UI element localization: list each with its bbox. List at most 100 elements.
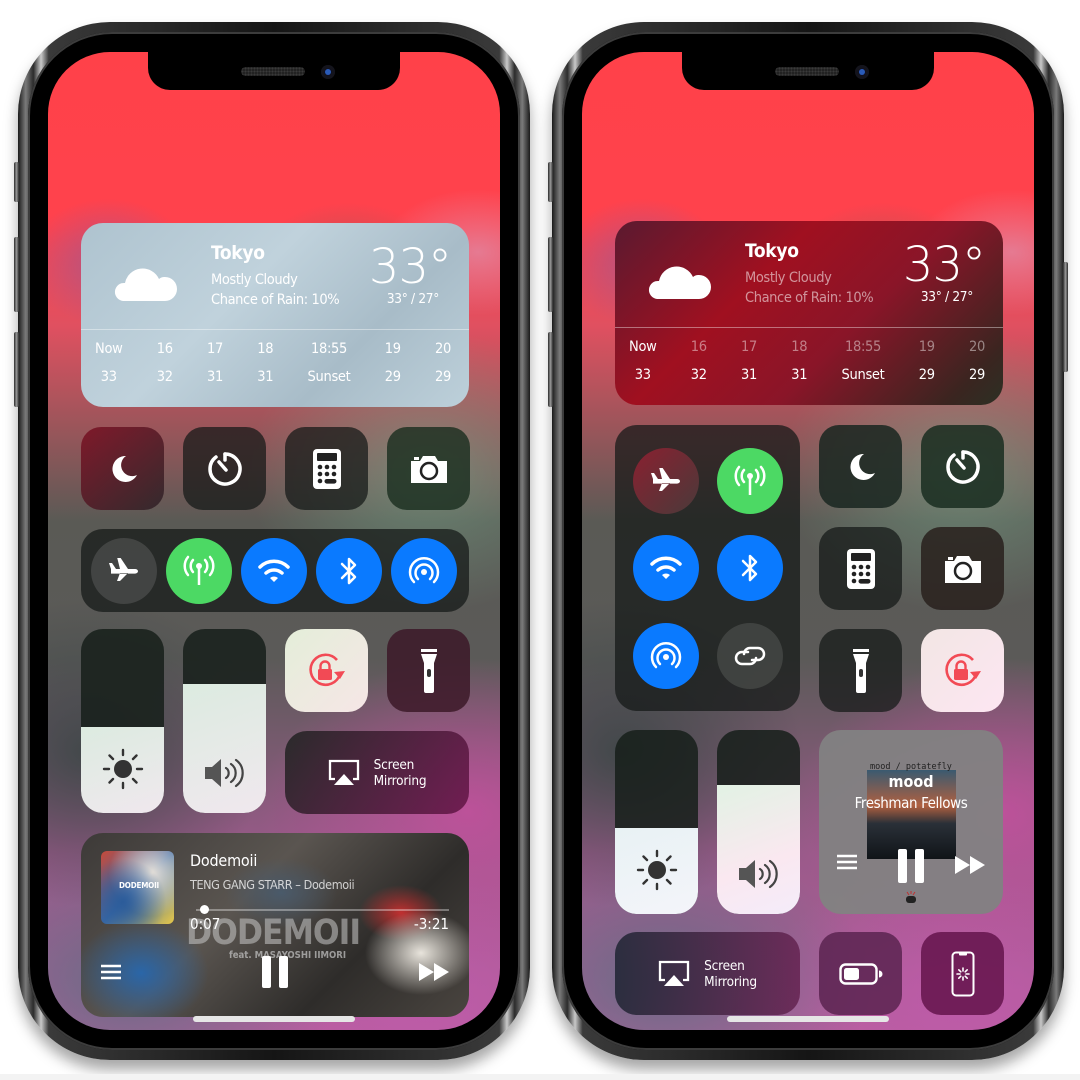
forecast-hour: 20 [434,341,451,357]
menu-icon[interactable] [101,964,121,980]
bluetooth-toggle[interactable] [316,538,382,604]
weather-divider [81,329,469,330]
stage: Tokyo Mostly Cloudy Chance of Rain: 10% 3… [0,0,1080,1080]
now-playing-module[interactable]: DODEMOII feat. MASAYOSHI IIMORI DODEMOII… [81,833,469,1017]
wifi-toggle[interactable] [633,535,699,601]
forecast-item: 16 32 [691,339,707,383]
pause-icon[interactable] [262,956,288,988]
do-not-disturb-toggle[interactable] [819,425,902,508]
airplane-icon [109,558,138,581]
orientation-lock-toggle[interactable] [921,629,1004,712]
screen-mirroring-button[interactable]: Screen Mirroring [615,932,800,1015]
weather-condition-text: Mostly Cloudy [211,272,298,288]
respring-phone-icon [951,951,974,996]
camera-icon [410,455,447,483]
weather-forecast: Now 33 16 32 17 31 18 31 18:55 Sunset 19 29 20… [615,339,1003,383]
forecast-value: 29 [434,369,451,385]
rotation-lock-icon [308,652,345,686]
flashlight-toggle[interactable] [819,629,902,712]
forecast-hour: 16 [156,341,173,357]
cellular-data-toggle[interactable] [166,538,232,604]
camera-toggle[interactable] [387,427,470,510]
timer-toggle[interactable] [183,427,266,510]
personal-hotspot-toggle[interactable] [717,623,783,689]
cloud-icon [114,268,177,301]
calculator-toggle[interactable] [819,527,902,610]
airplay-icon [328,759,359,785]
flashlight-icon [852,648,869,693]
fast-forward-icon[interactable] [419,963,449,981]
forecast-value: 31 [207,369,224,385]
flashlight-icon [420,648,437,693]
forecast-item: 18 31 [791,339,807,383]
forecast-item: 19 29 [919,339,935,383]
forecast-item: Now 33 [629,339,657,383]
wifi-toggle[interactable] [241,538,307,604]
forecast-value: 29 [384,369,401,385]
screen-mirroring-label-2: Mirroring [704,973,757,990]
album-caption: mood / potatefly [870,762,952,772]
calculator-toggle[interactable] [285,427,368,510]
battery-icon [838,962,882,985]
notch [148,52,400,90]
timer-toggle[interactable] [921,425,1004,508]
camera-toggle[interactable] [921,527,1004,610]
airplane-mode-toggle[interactable] [633,448,699,514]
orientation-lock-toggle[interactable] [285,629,368,712]
airdrop-toggle[interactable] [391,538,457,604]
forecast-item: 18 31 [257,341,273,385]
forecast-hour: 19 [384,341,401,357]
forecast-hour: Now [629,339,657,355]
home-indicator[interactable] [193,1016,355,1022]
mute-switch [548,162,553,202]
side-button [1063,262,1068,372]
forecast-hour: 18:55 [310,341,348,357]
brightness-slider[interactable] [615,730,698,914]
wifi-icon [650,556,682,579]
volume-down-button [14,332,19,407]
weather-widget[interactable]: Tokyo Mostly Cloudy Chance of Rain: 10% 3… [81,223,469,407]
calculator-icon [846,548,875,589]
respring-button[interactable] [921,932,1004,1015]
volume-down-button [548,332,553,407]
forecast-value: 31 [791,367,808,383]
screen-mirroring-button[interactable]: Screen Mirroring [285,731,469,814]
forecast-item: 17 31 [207,341,223,385]
screen-mirroring-label-2: Mirroring [373,772,427,789]
volume-up-button [548,237,553,312]
bluetooth-icon [741,554,758,582]
cellular-data-toggle[interactable] [717,448,783,514]
airdrop-toggle[interactable] [633,623,699,689]
volume-slider[interactable] [183,629,266,813]
brightness-slider[interactable] [81,629,164,813]
speaker-icon [204,758,244,788]
forecast-value: 33 [100,369,117,385]
airplane-mode-toggle[interactable] [91,538,157,604]
track-artist: TENG GANG STARR – Dodemoii [190,877,355,892]
track-title: mood [888,772,934,791]
moon-icon [849,453,875,480]
connectivity-module [615,425,800,711]
menu-icon[interactable] [837,854,857,870]
do-not-disturb-toggle[interactable] [81,427,164,510]
forecast-value: 31 [741,367,758,383]
weather-widget[interactable]: Tokyo Mostly Cloudy Chance of Rain: 10% 3… [615,221,1003,405]
weather-temperature: 33° [902,237,986,293]
speaker-icon [738,859,778,889]
fast-forward-icon[interactable] [955,856,985,874]
flashlight-toggle[interactable] [387,629,470,712]
now-playing-module[interactable]: mood / potatefly mood Freshman Fellows [819,730,1003,914]
weather-city: Tokyo [211,242,265,264]
sun-icon [102,748,143,790]
antenna-icon [734,465,766,495]
cloud-icon [648,266,711,299]
scrubber-thumb[interactable] [199,905,209,914]
low-power-mode-toggle[interactable] [819,932,902,1015]
home-indicator[interactable] [727,1016,889,1022]
volume-slider[interactable] [717,730,800,914]
bluetooth-toggle[interactable] [717,535,783,601]
album-art-text: DODEMOII [119,881,160,890]
volume-level [717,785,800,914]
pause-icon[interactable] [898,849,924,883]
playback-scrubber[interactable] [196,909,449,911]
